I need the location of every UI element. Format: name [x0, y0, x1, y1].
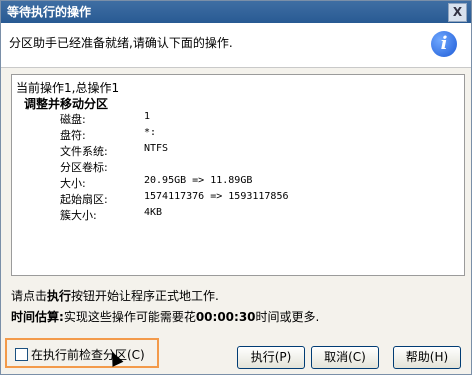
operations-count: 当前操作1,总操作1	[16, 81, 120, 95]
detail-value: 4KB	[144, 207, 163, 218]
detail-value: 1	[144, 111, 151, 122]
detail-key: 分区卷标:	[60, 161, 108, 174]
detail-value: 1574117376 => 1593117856	[144, 191, 289, 202]
pending-operations-dialog: 等待执行的操作 X 分区助手已经准备就绪,请确认下面的操作. i 当前操作1,总…	[0, 0, 472, 375]
detail-value: NTFS	[144, 143, 169, 154]
estimate-text-before: 实现这些操作可能需要花	[63, 310, 196, 324]
detail-row-disk: 磁盘: 1	[60, 111, 460, 127]
detail-row-cluster-size: 簇大小: 4KB	[60, 207, 460, 223]
detail-key: 大小:	[60, 177, 86, 190]
info-icon: i	[431, 31, 457, 57]
operations-list[interactable]: 当前操作1,总操作1 调整并移动分区 磁盘: 1 盘符: *: 文件系统: NT…	[11, 74, 465, 276]
check-partition-checkbox[interactable]	[15, 348, 28, 361]
detail-key: 起始扇区:	[60, 193, 108, 206]
close-button[interactable]: X	[448, 3, 467, 22]
detail-key: 文件系统:	[60, 145, 108, 158]
window-title: 等待执行的操作	[7, 5, 92, 19]
detail-row-volume-label: 分区卷标:	[60, 159, 460, 175]
operation-name: 调整并移动分区	[24, 97, 109, 111]
cancel-button[interactable]: 取消(C)	[311, 346, 379, 369]
estimate-time: 00:00:30	[195, 310, 256, 324]
time-estimate: 时间估算:实现这些操作可能需要花00:00:30时间或更多.	[11, 308, 319, 325]
detail-key: 盘符:	[60, 129, 86, 142]
check-partition-label[interactable]: 在执行前检查分区(C)	[31, 346, 145, 363]
detail-row-size: 大小: 20.95GB => 11.89GB	[60, 175, 460, 191]
detail-row-filesystem: 文件系统: NTFS	[60, 143, 460, 159]
hint-prefix: 请点击	[11, 289, 48, 303]
title-bar[interactable]: 等待执行的操作 X	[1, 1, 471, 23]
detail-value: 20.95GB => 11.89GB	[144, 175, 253, 186]
dialog-header: 分区助手已经准备就绪,请确认下面的操作. i	[1, 23, 471, 68]
execute-hint: 请点击执行按钮开始让程序正式地工作.	[11, 287, 219, 304]
execute-button[interactable]: 执行(P)	[237, 346, 305, 369]
detail-key: 磁盘:	[60, 113, 86, 126]
estimate-text-after: 时间或更多.	[255, 310, 320, 324]
detail-key: 簇大小:	[60, 209, 97, 222]
help-button[interactable]: 帮助(H)	[393, 346, 461, 369]
hint-action: 执行	[47, 289, 72, 303]
detail-value: *:	[144, 127, 157, 138]
estimate-label: 时间估算:	[11, 310, 64, 324]
detail-row-start-sector: 起始扇区: 1574117376 => 1593117856	[60, 191, 460, 207]
check-partition-option[interactable]: 在执行前检查分区(C)	[5, 338, 159, 368]
detail-row-drive-letter: 盘符: *:	[60, 127, 460, 143]
header-message: 分区助手已经准备就绪,请确认下面的操作.	[9, 36, 233, 50]
hint-suffix: 按钮开始让程序正式地工作.	[71, 289, 219, 303]
